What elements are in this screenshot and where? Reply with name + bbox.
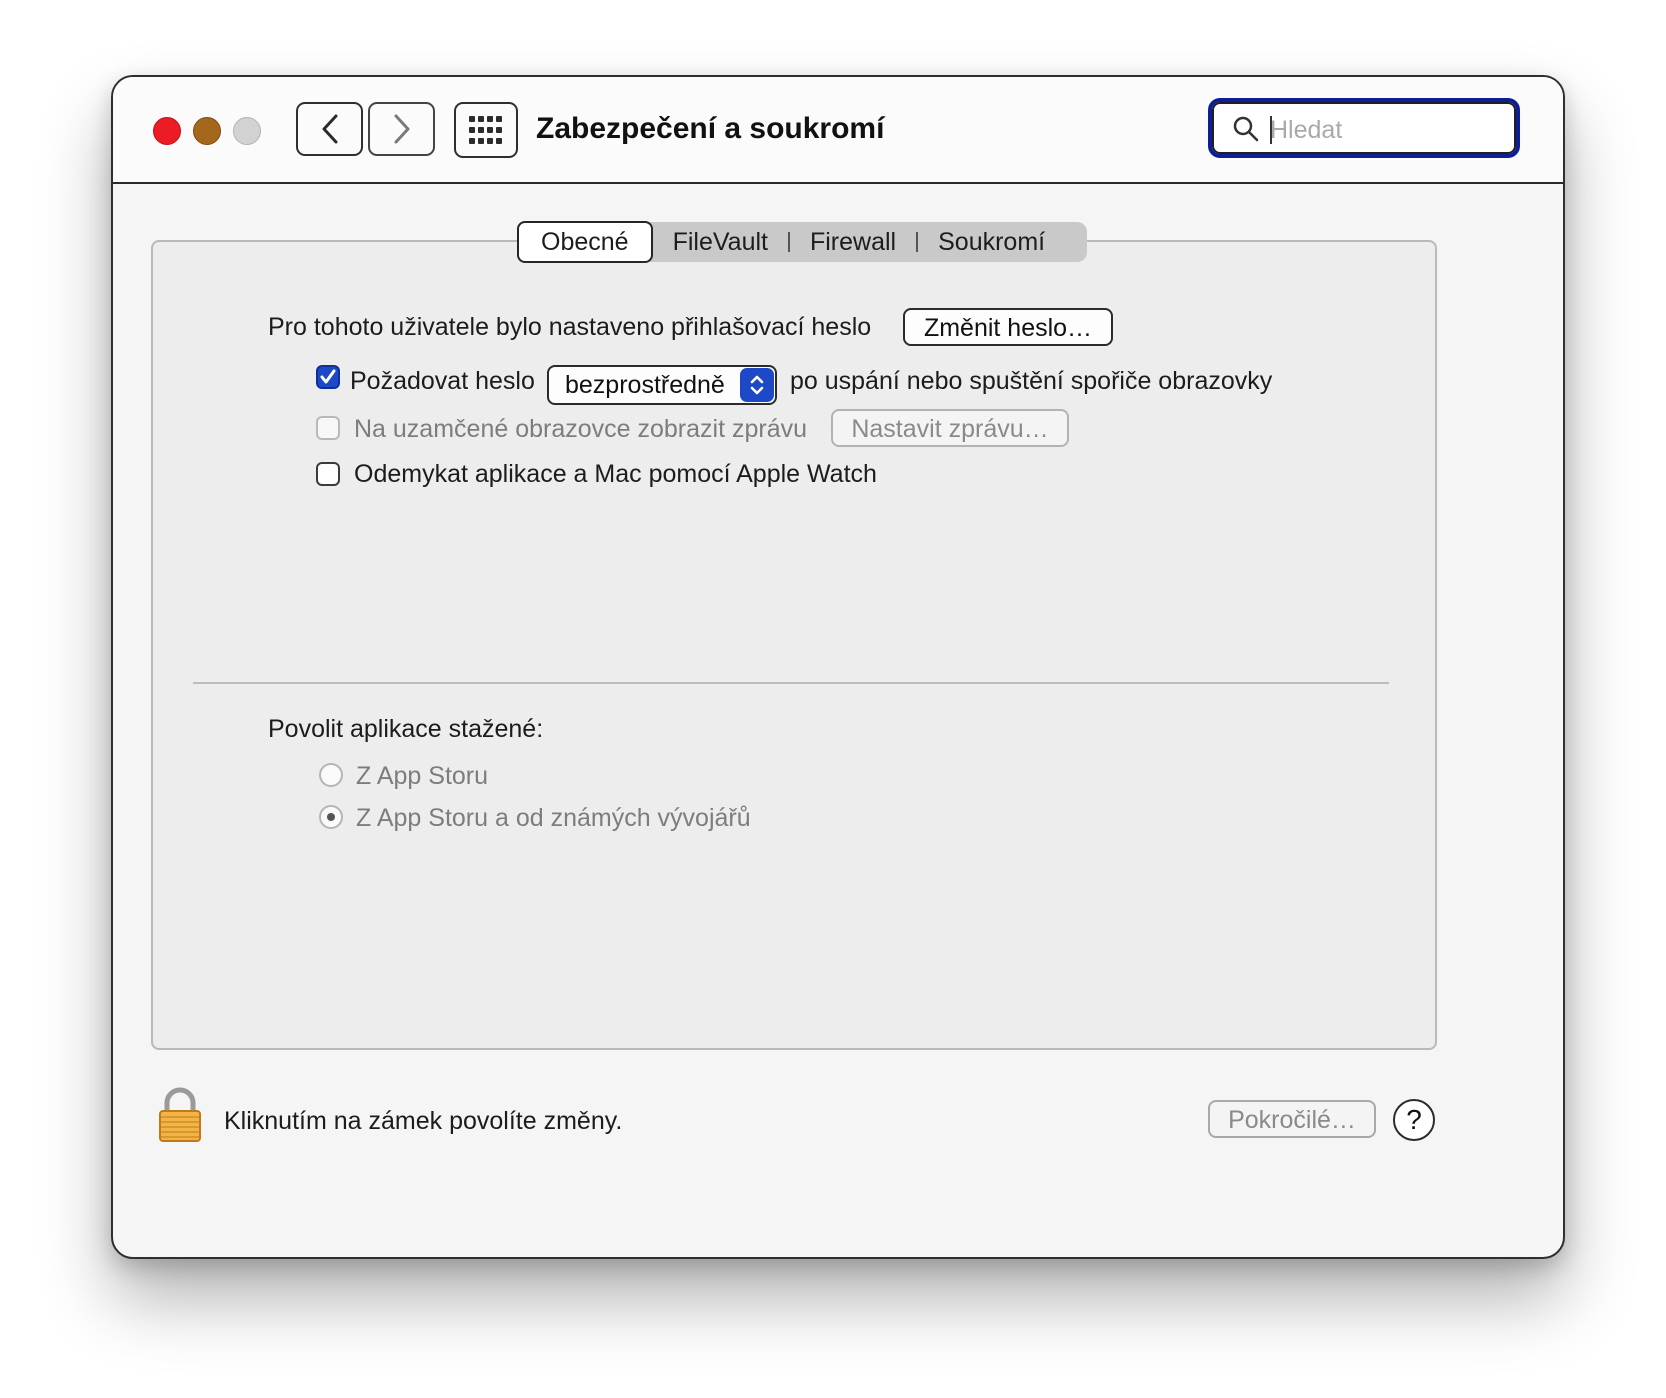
zoom-icon[interactable] [233, 117, 261, 145]
tab-bar: Obecné FileVault Firewall Soukromí [517, 221, 1088, 263]
search-icon [1233, 116, 1259, 142]
lock-message-checkbox[interactable] [316, 416, 340, 440]
tab-filevault[interactable]: FileVault [653, 222, 788, 262]
chevron-updown-icon [740, 368, 774, 402]
chevron-left-icon [322, 114, 337, 144]
forward-button[interactable] [368, 102, 435, 156]
tab-privacy[interactable]: Soukromí [918, 222, 1065, 262]
lock-icon[interactable] [157, 1087, 203, 1143]
radio-app-store-label: Z App Storu [356, 762, 489, 790]
tab-general[interactable]: Obecné [517, 221, 653, 263]
radio-selected-dot [327, 813, 335, 821]
title-bar: Zabezpečení a soukromí [113, 77, 1563, 184]
search-field[interactable] [1208, 98, 1520, 158]
require-password-delay-select[interactable]: bezprostředně [547, 365, 777, 405]
apple-watch-label: Odemykat aplikace a Mac pomocí Apple Wat… [354, 460, 877, 488]
back-button[interactable] [296, 102, 363, 156]
select-value: bezprostředně [565, 371, 725, 399]
require-password-label: Požadovat heslo [350, 367, 535, 395]
tab-firewall[interactable]: Firewall [790, 222, 916, 262]
radio-app-store-identified[interactable] [319, 805, 343, 829]
lock-hint-text: Kliknutím na zámek povolíte změny. [224, 1107, 623, 1135]
apple-watch-checkbox[interactable] [316, 462, 340, 486]
change-password-button[interactable]: Změnit heslo… [903, 308, 1113, 346]
help-icon[interactable]: ? [1393, 1099, 1435, 1141]
search-input[interactable] [1268, 110, 1512, 150]
show-all-button[interactable] [454, 102, 518, 158]
advanced-button[interactable]: Pokročilé… [1208, 1100, 1376, 1138]
checkmark-icon [320, 369, 336, 384]
chevron-right-icon [394, 114, 409, 144]
tab-content-panel [151, 240, 1437, 1050]
require-password-suffix: po uspání nebo spuštění spořiče obrazovk… [790, 367, 1273, 395]
lock-message-label: Na uzamčené obrazovce zobrazit zprávu [354, 415, 808, 443]
allow-apps-heading: Povolit aplikace stažené: [268, 715, 544, 743]
radio-app-store[interactable] [319, 763, 343, 787]
password-set-label: Pro tohoto uživatele bylo nastaveno přih… [268, 313, 872, 341]
window-title: Zabezpečení a soukromí [536, 112, 885, 145]
grid-icon [469, 116, 502, 144]
require-password-checkbox[interactable] [316, 365, 340, 389]
preferences-window: Zabezpečení a soukromí Obecné FileVault … [111, 75, 1565, 1259]
minimize-icon[interactable] [193, 117, 221, 145]
close-icon[interactable] [153, 117, 181, 145]
section-divider [193, 682, 1389, 684]
radio-app-store-identified-label: Z App Storu a od známých vývojářů [356, 804, 751, 832]
set-message-button[interactable]: Nastavit zprávu… [831, 409, 1069, 447]
